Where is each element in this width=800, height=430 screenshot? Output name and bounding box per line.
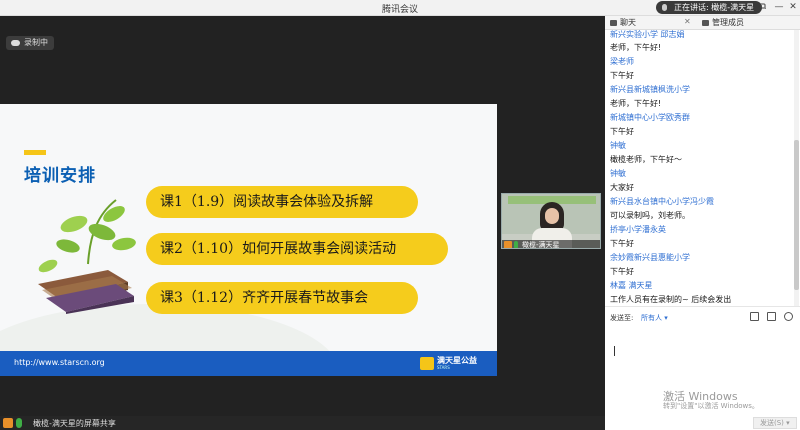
- activation-watermark-subtitle: 转到"设置"以激活 Windows。: [663, 402, 759, 410]
- title-accent-bar: [24, 150, 46, 155]
- chat-sender: 梁老师: [610, 57, 634, 66]
- chat-compose-area: 发送至: 所有人 ▾ 激活 Windows 转到"设置"以激活 Windows。…: [605, 306, 800, 430]
- send-to-select[interactable]: 所有人 ▾: [641, 313, 668, 323]
- chat-sender: 林嘉 满天星: [610, 281, 653, 290]
- title-bar: 腾讯会议 正在讲话: 橄榄-满天星 ⧉ — ✕: [0, 0, 800, 16]
- screen-share-label: 橄榄-满天星的屏幕共享: [33, 419, 116, 428]
- chat-sender: 钟敏: [610, 141, 626, 150]
- send-button[interactable]: 发送(S) ▾: [753, 417, 797, 429]
- chat-message-list[interactable]: 新兴实验小学 邱志娟 老师，下午好! 梁老师 下午好 新兴县新城镇枫洗小学 老师…: [605, 30, 800, 320]
- chat-scrollbar-thumb[interactable]: [794, 140, 799, 290]
- chat-sender: 新兴县水台镇中心小学冯少霞: [610, 197, 714, 206]
- pin-icon[interactable]: ⧉: [756, 1, 770, 14]
- chat-message: 下午好: [610, 239, 634, 248]
- video-caption: 橄榄-满天星: [502, 240, 600, 249]
- user-icon: [504, 241, 512, 248]
- course-2-pill: 课2（1.10）如何开展故事会阅读活动: [146, 233, 448, 265]
- chat-message: 橄榄老师，下午好～: [610, 155, 682, 164]
- send-to-label: 发送至:: [610, 314, 634, 322]
- mic-icon: [514, 241, 518, 248]
- chat-message: 大家好: [610, 183, 634, 192]
- meeting-window: 腾讯会议 正在讲话: 橄榄-满天星 ⧉ — ✕ 录制中 培训安排 课1（1.9）…: [0, 0, 800, 430]
- chat-message: 老师，下午好!: [610, 99, 662, 108]
- chat-input[interactable]: [608, 325, 796, 387]
- chat-message: 工作人员有在录制的~ 后续会发出: [610, 295, 732, 304]
- user-icon[interactable]: [3, 418, 13, 428]
- emoji-icon[interactable]: [784, 312, 793, 321]
- chat-scrollbar[interactable]: [794, 30, 799, 320]
- participant-name: 橄榄-满天星: [522, 241, 560, 249]
- close-chat-icon[interactable]: ✕: [684, 17, 691, 26]
- chat-icon: [610, 20, 617, 26]
- chat-message: 老师，下午好!: [610, 43, 662, 52]
- book-icon: [420, 357, 434, 370]
- folder-icon[interactable]: [750, 312, 759, 321]
- recording-label: 录制中: [24, 38, 48, 47]
- chat-sender: 新兴实验小学 邱志娟: [610, 30, 685, 39]
- members-icon: [702, 20, 709, 26]
- mic-icon[interactable]: [16, 418, 22, 428]
- speaking-indicator: 正在讲话: 橄榄-满天星: [656, 1, 763, 14]
- screen-share-bar: 橄榄-满天星的屏幕共享: [0, 416, 605, 430]
- chat-message: 下午好: [610, 267, 634, 276]
- chat-sender: 钟敏: [610, 169, 626, 178]
- recording-badge[interactable]: 录制中: [6, 36, 54, 50]
- chat-sender: 余妙霞新兴县惠能小学: [610, 253, 690, 262]
- panel-tabs: 聊天 ✕ 管理成员: [605, 16, 800, 30]
- slide-title: 培训安排: [24, 166, 96, 186]
- course-1-pill: 课1（1.9）阅读故事会体验及拆解: [146, 186, 418, 218]
- presentation-slide: 培训安排 课1（1.9）阅读故事会体验及拆解 课2（1.10）如何开展故事会阅读…: [0, 104, 497, 376]
- chat-sender: 挢亭小学潘永英: [610, 225, 666, 234]
- stars-logo: 满天星公益 STARS: [420, 355, 482, 372]
- slide-url: http://www.starscn.org: [14, 358, 105, 367]
- chat-message: 下午好: [610, 127, 634, 136]
- tab-chat[interactable]: 聊天: [608, 17, 636, 29]
- course-3-pill: 课3（1.12）齐齐开展春节故事会: [146, 282, 418, 314]
- screenshot-icon[interactable]: [767, 312, 776, 321]
- slide-footer: http://www.starscn.org 满天星公益 STARS: [0, 351, 497, 376]
- cloud-icon: [11, 40, 20, 46]
- chat-panel: 聊天 ✕ 管理成员 新兴实验小学 邱志娟 老师，下午好! 梁老师 下午好 新兴县…: [605, 16, 800, 430]
- chat-message: 下午好: [610, 71, 634, 80]
- mic-icon: [662, 4, 667, 11]
- participant-face: [545, 208, 559, 224]
- minimize-icon[interactable]: —: [772, 1, 786, 14]
- text-caret: [614, 346, 615, 356]
- chat-message: 可以录制吗，刘老师。: [610, 211, 690, 220]
- books-plant-illustration: [38, 199, 136, 314]
- close-icon[interactable]: ✕: [786, 1, 800, 14]
- chat-sender: 新城镇中心小学欧秀群: [610, 113, 690, 122]
- chat-sender: 新兴县新城镇枫洗小学: [610, 85, 690, 94]
- speaking-text: 正在讲话: 橄榄-满天星: [674, 3, 755, 12]
- tab-members[interactable]: 管理成员: [700, 17, 744, 29]
- participant-video-tile[interactable]: 橄榄-满天星: [501, 193, 601, 249]
